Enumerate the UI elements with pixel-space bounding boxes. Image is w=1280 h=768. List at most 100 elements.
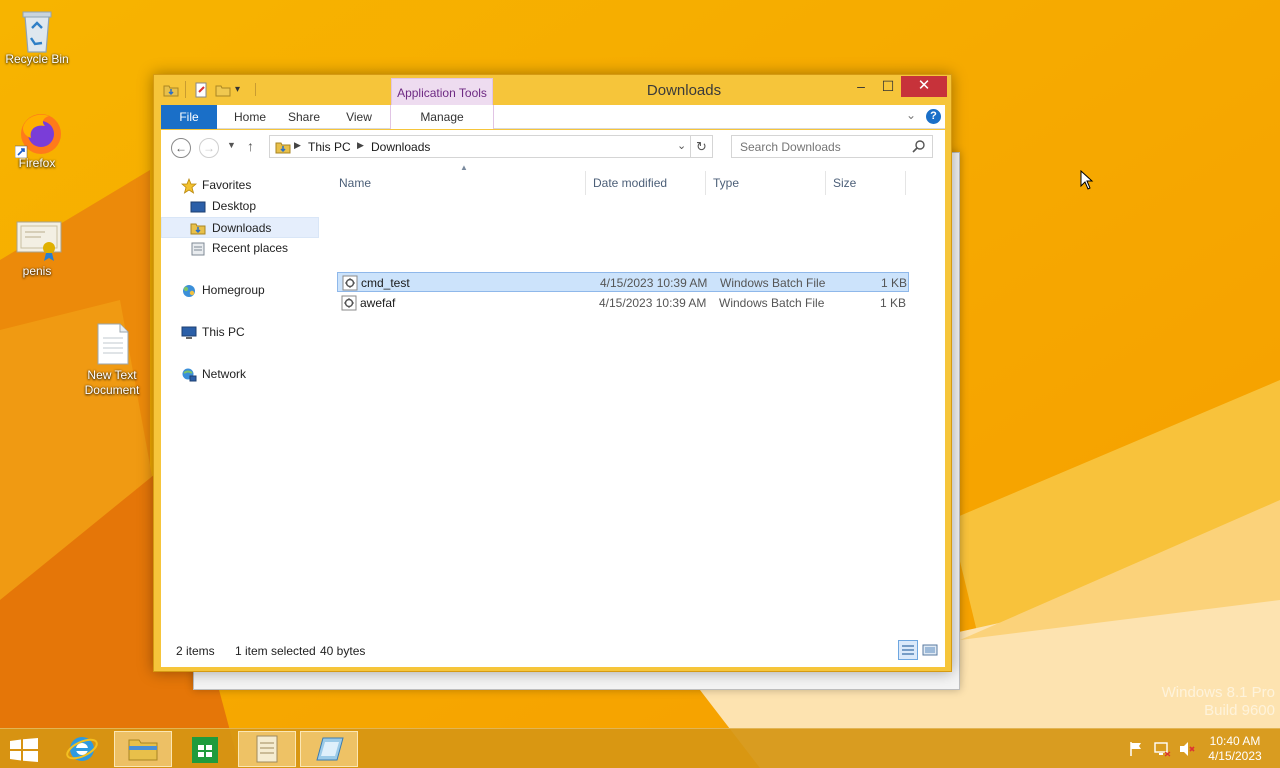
star-icon xyxy=(180,177,198,194)
mouse-cursor xyxy=(1080,169,1094,193)
navigation-bar: ← → ▼ ↑ ▶ This PC ▶ Downloads ⌄ ↻ xyxy=(161,130,945,165)
close-button[interactable]: ✕ xyxy=(901,76,947,97)
recent-locations-chevron-icon[interactable]: ▼ xyxy=(227,140,236,150)
firefox-icon xyxy=(14,110,61,159)
nav-favorites[interactable]: Favorites xyxy=(161,175,319,196)
volume-muted-icon[interactable] xyxy=(1178,741,1196,760)
status-item-count: 2 items xyxy=(176,644,215,658)
computer-icon xyxy=(181,325,197,341)
ribbon-tabs: File Home Share View Manage ⌄ ? xyxy=(161,105,945,129)
new-folder-icon[interactable] xyxy=(215,82,231,98)
tab-file[interactable]: File xyxy=(161,105,217,129)
text-document-icon xyxy=(90,322,134,366)
clock-time: 10:40 AM xyxy=(1209,734,1261,748)
taskbar-file-explorer[interactable] xyxy=(114,731,172,767)
taskbar-app[interactable] xyxy=(300,731,358,767)
downloads-folder-icon xyxy=(275,139,291,158)
homegroup-icon xyxy=(181,283,197,299)
nav-desktop[interactable]: Desktop xyxy=(161,196,319,217)
title-bar[interactable]: ▾ Application Tools Downloads – ☐ ✕ xyxy=(154,75,951,105)
file-size: 1 KB xyxy=(880,296,907,310)
up-button[interactable]: ↑ xyxy=(247,138,254,154)
status-selection: 1 item selected xyxy=(235,644,316,658)
desktop-icon-recycle-bin[interactable]: Recycle Bin xyxy=(0,6,77,67)
notepad-icon xyxy=(256,735,278,763)
downloads-icon xyxy=(190,220,206,236)
tab-home[interactable]: Home xyxy=(223,105,277,129)
address-bar[interactable]: ▶ This PC ▶ Downloads ⌄ xyxy=(269,135,691,158)
system-clock[interactable]: 10:40 AM 4/15/2023 xyxy=(1200,734,1270,764)
search-input[interactable] xyxy=(740,140,910,154)
refresh-button[interactable]: ↻ xyxy=(691,135,713,158)
breadcrumb-this-pc[interactable]: This PC xyxy=(308,140,351,154)
details-view-icon[interactable] xyxy=(898,640,918,660)
address-dropdown-icon[interactable]: ⌄ xyxy=(677,139,686,152)
window-body: Favorites Desktop Downloads Recent place… xyxy=(161,163,947,667)
file-date: 4/15/2023 10:39 AM xyxy=(600,276,708,290)
help-icon[interactable]: ? xyxy=(926,109,941,124)
breadcrumb-separator-icon[interactable]: ▶ xyxy=(357,140,364,151)
certificate-icon xyxy=(15,218,62,262)
breadcrumb-separator-icon[interactable]: ▶ xyxy=(294,140,301,151)
quick-access-folder-icon xyxy=(163,82,179,98)
file-type: Windows Batch File xyxy=(720,276,826,290)
clock-date: 4/15/2023 xyxy=(1208,749,1262,763)
os-edition: Windows 8.1 Pro xyxy=(1161,684,1275,701)
nav-recent-places[interactable]: Recent places xyxy=(161,238,319,259)
ribbon-expand-icon[interactable]: ⌄ xyxy=(906,108,916,122)
action-center-flag-icon[interactable] xyxy=(1128,741,1144,760)
nav-homegroup[interactable]: Homegroup xyxy=(161,280,319,301)
desktop-icon-penis[interactable]: penis xyxy=(0,218,77,279)
file-name: awefaf xyxy=(360,296,396,310)
maximize-button[interactable]: ☐ xyxy=(875,76,901,97)
large-icons-view-icon[interactable] xyxy=(922,642,938,661)
taskbar: 10:40 AM 4/15/2023 xyxy=(0,728,1280,768)
nav-this-pc[interactable]: This PC xyxy=(161,322,319,343)
desktop-icon xyxy=(190,199,206,215)
internet-explorer-icon xyxy=(66,737,98,761)
taskbar-store[interactable] xyxy=(176,731,234,767)
qat-separator-2 xyxy=(255,83,256,96)
search-icon[interactable] xyxy=(912,139,926,156)
os-build: Build 9600 xyxy=(1204,702,1275,719)
file-rows: cmd_test 4/15/2023 10:39 AM Windows Batc… xyxy=(335,165,947,635)
file-size: 1 KB xyxy=(881,276,908,290)
start-button[interactable] xyxy=(10,738,38,765)
taskbar-notepad[interactable] xyxy=(238,731,296,767)
file-type: Windows Batch File xyxy=(719,296,825,310)
table-row[interactable]: cmd_test 4/15/2023 10:39 AM Windows Batc… xyxy=(337,272,909,292)
tab-view[interactable]: View xyxy=(335,105,383,129)
breadcrumb-downloads[interactable]: Downloads xyxy=(371,140,430,154)
nav-downloads[interactable]: Downloads xyxy=(161,217,319,238)
taskbar-internet-explorer[interactable] xyxy=(54,731,112,767)
tab-share[interactable]: Share xyxy=(279,105,329,129)
file-name: cmd_test xyxy=(361,276,410,290)
tab-manage[interactable]: Manage xyxy=(390,105,494,129)
file-explorer-icon xyxy=(128,739,158,761)
batch-file-icon xyxy=(341,295,357,317)
nav-network[interactable]: Network xyxy=(161,364,319,385)
contextual-tab-group-label: Application Tools xyxy=(391,78,493,105)
properties-icon[interactable] xyxy=(193,82,209,98)
network-status-icon[interactable] xyxy=(1153,741,1171,760)
status-bytes: 40 bytes xyxy=(320,644,366,658)
recycle-bin-icon xyxy=(15,6,59,53)
back-button[interactable]: ← xyxy=(171,138,191,158)
table-row[interactable]: awefaf 4/15/2023 10:39 AM Windows Batch … xyxy=(337,293,909,313)
minimize-button[interactable]: – xyxy=(848,76,874,97)
os-watermark: Windows 8.1 Pro Build 9600 xyxy=(1130,684,1275,720)
navigation-pane: Favorites Desktop Downloads Recent place… xyxy=(161,165,319,635)
network-icon xyxy=(181,367,197,383)
recent-places-icon xyxy=(190,241,206,257)
status-bar: 2 items 1 item selected 40 bytes xyxy=(161,635,945,667)
search-box[interactable] xyxy=(731,135,933,158)
forward-button[interactable]: → xyxy=(199,138,219,158)
file-date: 4/15/2023 10:39 AM xyxy=(599,296,707,310)
window-title: Downloads xyxy=(646,82,722,99)
qat-dropdown-icon[interactable]: ▾ xyxy=(235,84,240,100)
app-window-icon xyxy=(316,737,344,761)
qat-separator xyxy=(185,81,186,98)
desktop-icon-new-text-document[interactable]: New Text Document xyxy=(72,322,152,398)
desktop-icon-firefox[interactable]: Firefox xyxy=(0,110,77,171)
store-icon xyxy=(192,737,218,763)
